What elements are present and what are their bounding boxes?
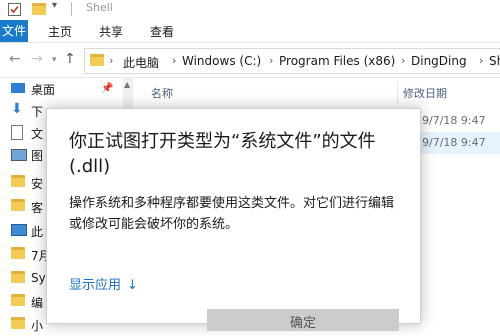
breadcrumb-shell[interactable]: Sh (489, 54, 500, 68)
open-file-dialog: 你正试图打开类型为“系统文件”的文件(.dll) 操作系统和多种程序都要使用这类… (46, 108, 421, 331)
breadcrumb-program-files[interactable]: Program Files (x86) (279, 54, 395, 68)
dialog-title: 你正试图打开类型为“系统文件”的文件(.dll) (69, 131, 376, 177)
checkbox-icon[interactable] (8, 3, 21, 16)
modified-date: 9/7/18 9:47 (422, 114, 486, 127)
tab-view[interactable]: 查看 (150, 23, 174, 40)
breadcrumb-drive-c[interactable]: Windows (C:) (182, 54, 261, 68)
modified-date: 9/7/18 9:47 (422, 136, 486, 149)
back-arrow-icon[interactable]: ← (9, 51, 21, 67)
folder-icon (11, 247, 25, 259)
nav-item-label: 此 (31, 225, 44, 239)
folder-icon (90, 54, 104, 66)
recent-dropdown-icon[interactable]: ▾ (52, 55, 57, 65)
documents-icon (11, 125, 23, 140)
tab-share[interactable]: 共享 (99, 23, 123, 40)
nav-item-label: Sy (31, 271, 46, 285)
nav-item-label: 图 (31, 149, 44, 163)
title-bar: ▾ Shell (0, 0, 500, 20)
nav-item-label: 文 (31, 127, 44, 141)
chevron-right-icon: › (109, 54, 114, 67)
address-bar[interactable]: › 此电脑 › Windows (C:) › Program Files (x8… (84, 48, 500, 74)
breadcrumb-dingding[interactable]: DingDing (411, 54, 467, 68)
dialog-message: 操作系统和多种程序都要使用这类文件。对它们进行编辑或修改可能会破坏你的系统。 (69, 196, 395, 232)
nav-item-label: 小 (31, 319, 44, 333)
show-apps-link[interactable]: 显示应用 ↓ (69, 274, 138, 293)
nav-item-label: 安 (31, 177, 44, 191)
folder-icon (11, 294, 25, 306)
download-icon: ⬇ (11, 101, 23, 117)
forward-arrow-icon[interactable]: → (31, 51, 43, 67)
show-apps-label: 显示应用 (69, 278, 122, 293)
pictures-icon (11, 149, 27, 161)
chevron-right-icon: › (401, 54, 406, 67)
chevron-up-icon[interactable]: ▲ (124, 80, 130, 89)
tab-home[interactable]: 主页 (48, 23, 72, 40)
title-separator (71, 2, 72, 16)
chevron-down-icon[interactable]: ▾ (52, 0, 68, 16)
window-title: Shell (86, 1, 113, 14)
folder-icon (11, 175, 25, 187)
chevron-right-icon: › (479, 54, 484, 67)
column-header-modified[interactable]: 修改日期 (403, 85, 447, 101)
up-arrow-icon[interactable]: ↑ (64, 51, 76, 67)
ok-button[interactable]: 确定 (207, 309, 399, 331)
nav-item-label: 桌面 (31, 83, 56, 97)
nav-item-label: 编 (31, 296, 44, 310)
folder-icon (11, 199, 25, 211)
ribbon: 文件 主页 共享 查看 (0, 20, 500, 43)
nav-item-label: 客 (31, 201, 44, 215)
breadcrumb-this-pc[interactable]: 此电脑 (123, 54, 159, 71)
folder-icon (11, 317, 25, 329)
column-divider[interactable] (397, 82, 398, 104)
nav-item-desktop[interactable]: 桌面 📌 (0, 78, 122, 100)
address-bar-row: ← → ▾ ↑ › 此电脑 › Windows (C:) › Program F… (0, 43, 500, 78)
nav-item-label: 下 (31, 105, 44, 119)
chevron-down-icon: ↓ (127, 278, 138, 293)
desktop-icon (11, 83, 25, 93)
chevron-right-icon: › (172, 54, 177, 67)
folder-icon[interactable] (32, 3, 46, 15)
tab-file[interactable]: 文件 (0, 20, 28, 42)
column-header-name[interactable]: 名称 (151, 85, 173, 101)
chevron-right-icon: › (269, 54, 274, 67)
folder-icon (11, 271, 25, 283)
pin-icon[interactable]: 📌 (101, 83, 113, 94)
this-pc-icon (11, 224, 27, 236)
